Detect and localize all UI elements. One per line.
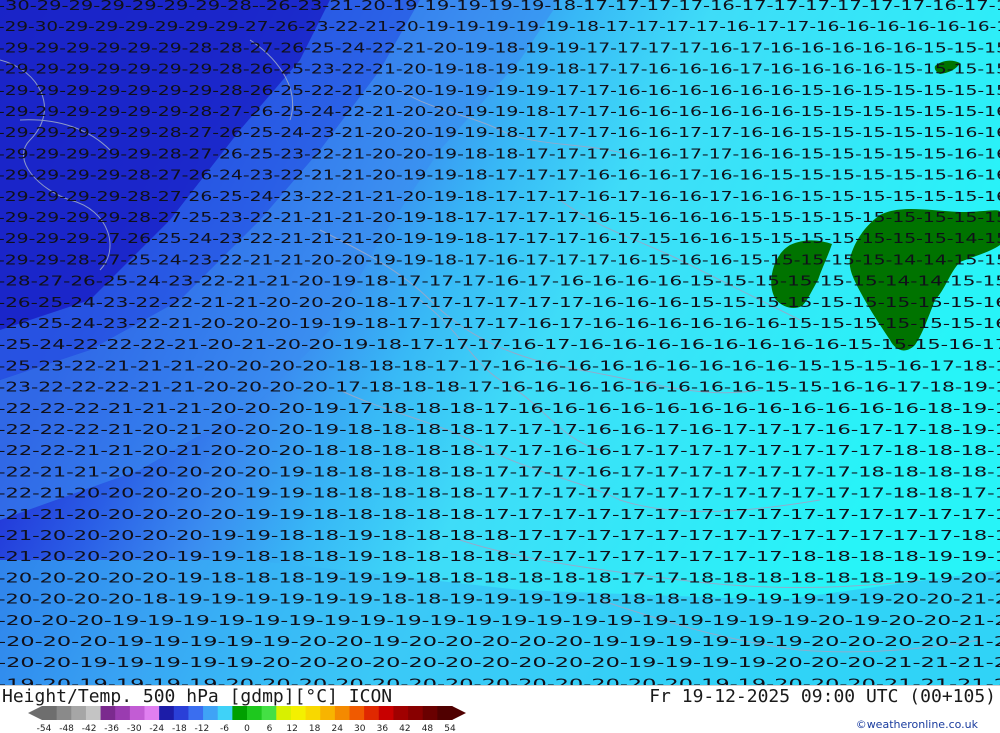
colorbar-tick-label: 48 <box>421 724 434 733</box>
colorbar-swatch <box>56 706 72 720</box>
colorbar-tick-label: 42 <box>399 724 411 733</box>
temperature-map: -30-29-29-29-29-29-29-28--26-23-21-20-19… <box>0 0 1000 685</box>
contour-label-row: -30-29-29-29-29-29-29-28--26-23-21-20-19… <box>0 0 1000 14</box>
contour-label-row: -29-29-29-29-29-29-29-28-26-25-23-22-21-… <box>0 62 1000 78</box>
colorbar-left-arrow <box>28 706 42 720</box>
contour-label-row: -29-29-29-29-28-27-26-24-23-22-21-21-20-… <box>0 168 1000 184</box>
contour-label-row: -22-21-21-20-20-20-20-20-19-18-18-18-18-… <box>0 464 1000 480</box>
colorbar-swatch <box>261 706 277 720</box>
contour-label-row: -26-25-24-23-22-21-20-20-20-19-19-18-17-… <box>0 316 1000 332</box>
colorbar-swatch <box>408 706 424 720</box>
contour-label-row: -29-29-29-29-28-27-26-25-24-23-22-21-21-… <box>0 189 1000 205</box>
contour-label-row: -29-29-29-29-29-28-27-26-25-23-22-21-20-… <box>0 146 1000 162</box>
colorbar-tick-label: -42 <box>81 724 97 733</box>
contour-label-row: -20-20-20-19-19-19-19-19-19-19-19-19-19-… <box>0 613 1000 629</box>
colorbar-swatch <box>276 706 292 720</box>
colorbar-swatch <box>100 706 116 720</box>
contour-label-row: -22-22-21-21-20-21-20-20-20-18-18-18-18-… <box>0 443 1000 459</box>
colorbar-swatch <box>85 706 102 720</box>
colorbar-tick-label: -30 <box>126 724 142 733</box>
colorbar-tick-label: -24 <box>149 724 165 733</box>
contour-label-row: -29-29-29-29-29-29-28-27-26-25-24-22-21-… <box>0 104 1000 120</box>
colorbar-tick-label: 0 <box>244 724 250 733</box>
colorbar-swatch <box>129 706 145 720</box>
colorbar-swatch <box>320 706 336 720</box>
contour-label-row: -26-25-24-23-22-22-21-21-20-20-20-18-17-… <box>0 295 1000 311</box>
contour-label-row: -20-20-19-19-19-19-19-20-20-20-20-20-20-… <box>0 655 1000 671</box>
colorbar-tick-label: 24 <box>331 724 343 733</box>
weather-map-root: -30-29-29-29-29-29-29-28--26-23-21-20-19… <box>0 0 1000 733</box>
colorbar-tick-label: 6 <box>266 724 273 733</box>
colorbar <box>28 706 466 720</box>
colorbar-swatch <box>217 706 233 720</box>
colorbar-swatch <box>188 706 204 720</box>
map-title: Height/Temp. 500 hPa [gdmp][°C] ICON <box>2 686 393 707</box>
contour-label-row: -21-20-20-20-20-19-19-18-18-18-19-18-18-… <box>0 549 1000 565</box>
colorbar-right-arrow <box>452 706 466 720</box>
contour-label-row: -20-20-20-20-18-19-19-19-19-19-19-18-18-… <box>0 592 1000 608</box>
colorbar-swatch <box>422 706 438 720</box>
contour-label-row: -23-22-22-22-21-21-20-20-20-20-17-18-18-… <box>0 380 1000 396</box>
colorbar-swatch <box>393 706 409 720</box>
colorbar-swatch <box>42 706 58 720</box>
contour-label-row: -29-29-29-29-28-27-25-23-22-21-21-21-20-… <box>0 210 1000 226</box>
colorbar-tick-label: -54 <box>36 724 52 733</box>
credit-link[interactable]: ©weatheronline.co.uk <box>856 718 978 731</box>
colorbar-swatch <box>247 706 263 720</box>
contour-label-row: -21-21-20-20-20-20-20-19-19-18-18-18-18-… <box>0 507 1000 523</box>
colorbar-tick-label: 18 <box>308 724 321 733</box>
contour-label-row: -22-22-22-21-20-21-20-20-20-19-18-18-18-… <box>0 422 1000 438</box>
colorbar-tick-label: -6 <box>219 724 229 733</box>
colorbar-swatch <box>144 706 160 720</box>
colorbar-swatch <box>159 706 175 720</box>
colorbar-swatch <box>115 706 131 720</box>
contour-label-row: -19-20-19-19-19-19-20-20-20-20-20-20-20-… <box>0 676 1000 685</box>
colorbar-tick-label: -12 <box>194 724 210 733</box>
colorbar-swatch <box>364 706 380 720</box>
forecast-time: Fr 19-12-2025 09:00 UTC (00+105) <box>649 686 996 707</box>
contour-label-row: -20-20-20-20-20-19-18-18-18-19-19-19-18-… <box>0 570 1000 586</box>
contour-label-row: -28-27-26-25-24-23-22-21-21-20-19-18-17-… <box>0 274 1000 290</box>
colorbar-swatch <box>203 706 219 720</box>
contour-label-row: -29-29-29-27-26-25-24-23-22-21-21-21-20-… <box>0 231 1000 247</box>
contour-label-row: -29-30-29-29-29-29-29-29-27-26-23-22-21-… <box>0 19 1000 35</box>
colorbar-tick-label: 36 <box>376 724 389 733</box>
contour-label-row: -22-21-20-20-20-20-20-19-19-18-18-18-18-… <box>0 486 1000 502</box>
colorbar-swatch <box>71 706 87 720</box>
colorbar-swatch <box>232 706 248 720</box>
colorbar-tick-label: -48 <box>59 724 74 733</box>
colorbar-swatch <box>334 706 350 720</box>
colorbar-swatch <box>437 706 453 720</box>
colorbar-swatch <box>173 706 189 720</box>
contour-label-row: -22-22-22-21-21-21-20-20-20-19-17-18-18-… <box>0 401 1000 417</box>
colorbar-tick-label: 12 <box>286 724 298 733</box>
colorbar-swatch <box>305 706 321 720</box>
colorbar-tick-label: -18 <box>171 724 187 733</box>
contour-label-row: -25-24-22-22-22-21-20-21-20-20-19-18-17-… <box>0 337 1000 353</box>
contour-label-row: -25-23-22-21-21-21-20-20-20-20-18-18-18-… <box>0 358 1000 374</box>
colorbar-swatch <box>290 706 307 720</box>
colorbar-swatch <box>349 706 365 720</box>
contour-label-row: -29-29-29-29-29-29-28-28-27-26-25-24-22-… <box>0 40 1000 56</box>
contour-label-row: -29-29-29-29-29-29-29-28-26-25-22-21-20-… <box>0 83 1000 99</box>
colorbar-tick-label: 30 <box>354 724 366 733</box>
colorbar-tick-label: 54 <box>444 724 456 733</box>
colorbar-tick-label: -36 <box>104 724 120 733</box>
contour-label-row: -20-20-20-19-19-19-19-19-20-20-19-20-20-… <box>0 634 1000 650</box>
colorbar-swatch <box>378 706 394 720</box>
contour-label-row: -29-29-29-29-29-28-27-26-25-24-23-21-20-… <box>0 125 1000 141</box>
contour-label-row: -21-20-20-20-20-20-19-19-18-18-19-18-18-… <box>0 528 1000 544</box>
contour-label-row: -29-29-28-27-25-24-23-22-21-21-20-20-19-… <box>0 252 1000 268</box>
